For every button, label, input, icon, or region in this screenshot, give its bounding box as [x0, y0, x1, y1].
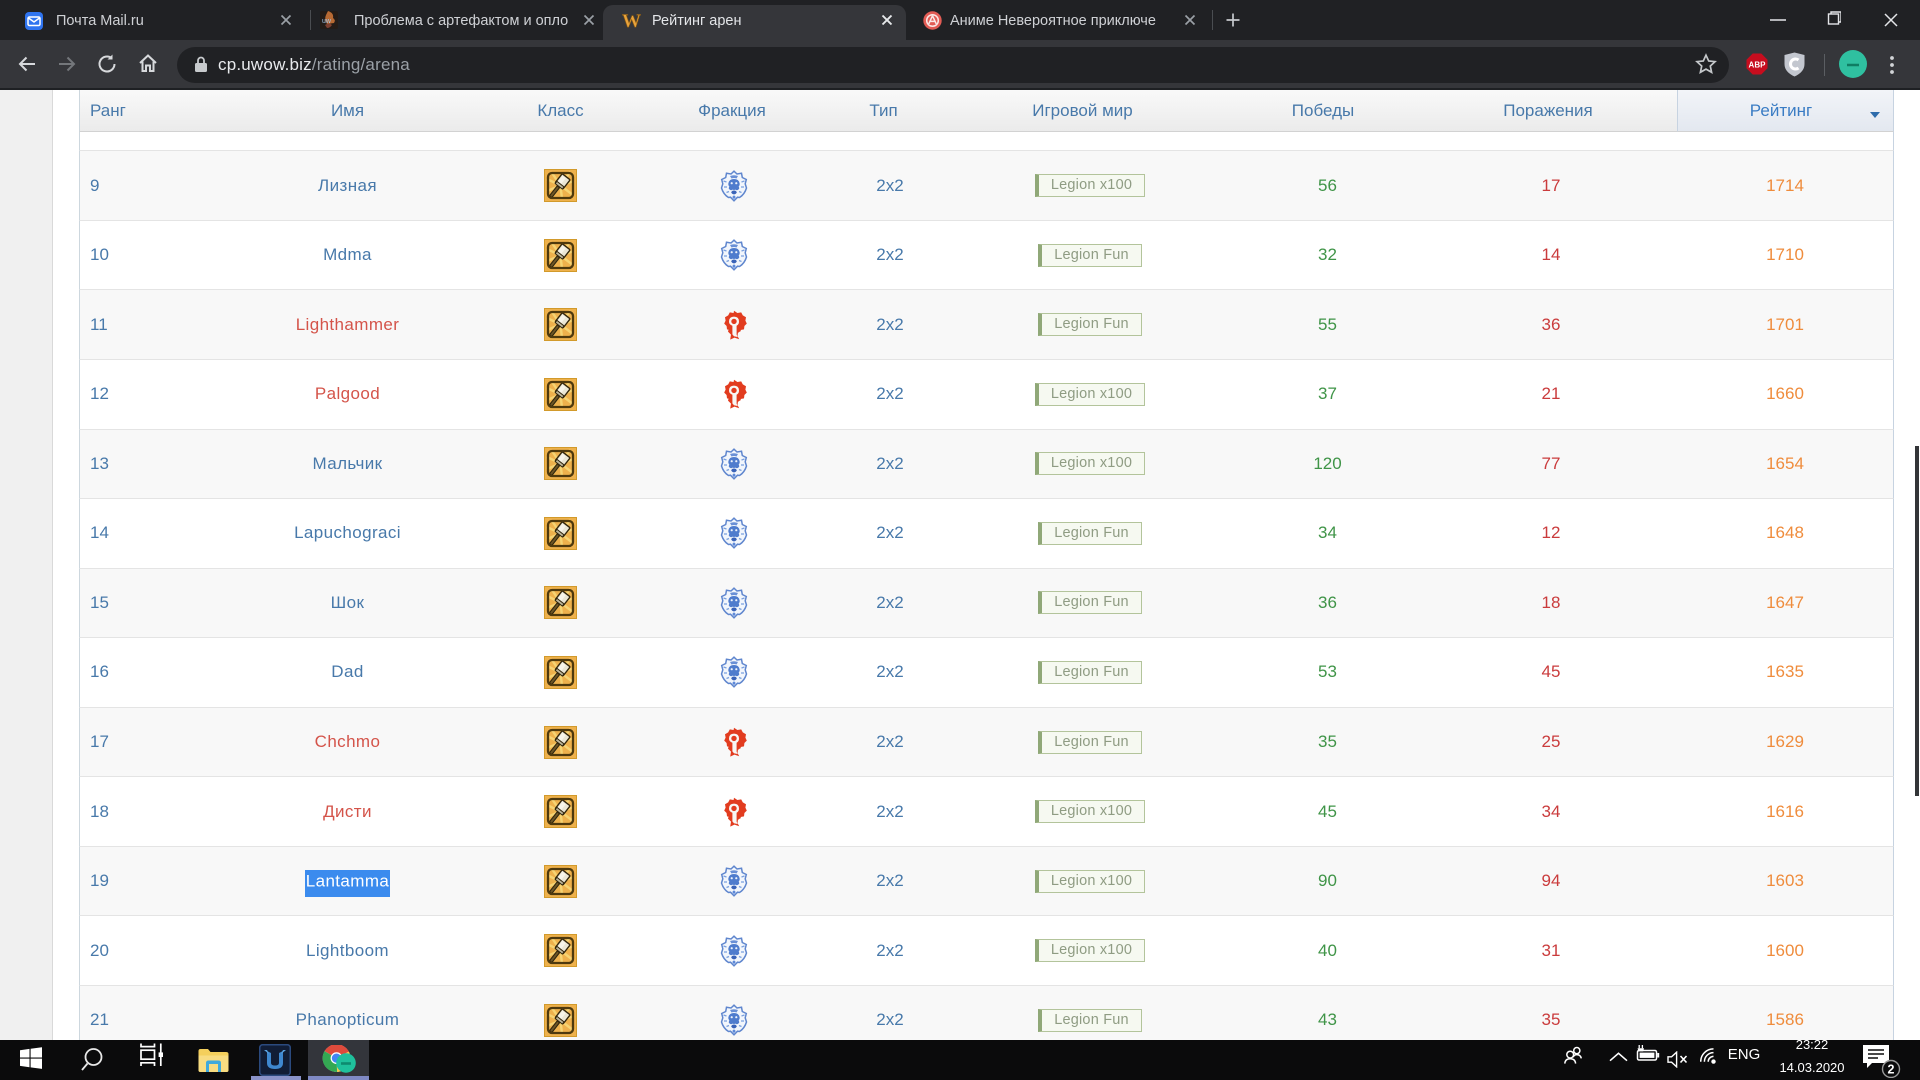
- svg-text:ABP: ABP: [1749, 61, 1767, 70]
- svg-text:uw: uw: [322, 18, 332, 25]
- svg-text:W: W: [622, 11, 641, 30]
- svg-text:2: 2: [1888, 1063, 1895, 1077]
